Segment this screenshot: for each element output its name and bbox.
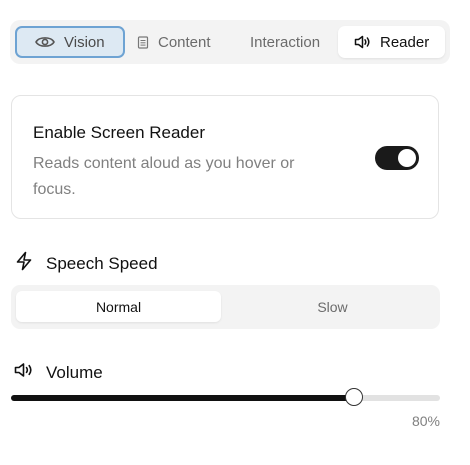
tab-vision-label: Vision	[64, 33, 105, 51]
speech-speed-heading: Speech Speed	[14, 251, 158, 276]
tab-vision[interactable]: Vision	[15, 26, 125, 58]
volume-heading: Volume	[14, 362, 103, 383]
speech-speed-selector: Normal Slow	[11, 285, 440, 329]
speaker-icon	[14, 362, 34, 383]
speaker-icon	[354, 35, 371, 49]
toggle-knob	[398, 149, 416, 167]
eye-icon	[35, 35, 55, 49]
volume-slider-fill	[11, 395, 355, 401]
screen-reader-toggle[interactable]	[375, 146, 419, 170]
speed-option-normal[interactable]: Normal	[16, 291, 221, 322]
volume-slider[interactable]	[11, 388, 440, 408]
tab-content-label: Content	[158, 33, 211, 51]
tab-reader[interactable]: Reader	[338, 26, 445, 58]
volume-slider-thumb[interactable]	[345, 388, 364, 406]
document-icon	[137, 35, 149, 49]
tab-content[interactable]: Content	[137, 26, 233, 58]
screen-reader-description: Reads content aloud as you hover or focu…	[33, 155, 295, 198]
tab-interaction[interactable]: Interaction	[250, 26, 340, 58]
volume-value: 80%	[411, 413, 440, 429]
speech-speed-label: Speech Speed	[46, 253, 158, 273]
speed-option-slow[interactable]: Slow	[230, 291, 435, 322]
volume-label: Volume	[46, 362, 103, 382]
tab-interaction-label: Interaction	[250, 33, 321, 51]
settings-tab-bar: Vision Content Interaction Reader	[10, 20, 450, 64]
lightning-icon	[14, 251, 34, 276]
screen-reader-card: Enable Screen Reader Reads content aloud…	[11, 95, 439, 219]
tab-reader-label: Reader	[380, 33, 430, 51]
screen-reader-title: Enable Screen Reader	[33, 123, 206, 142]
